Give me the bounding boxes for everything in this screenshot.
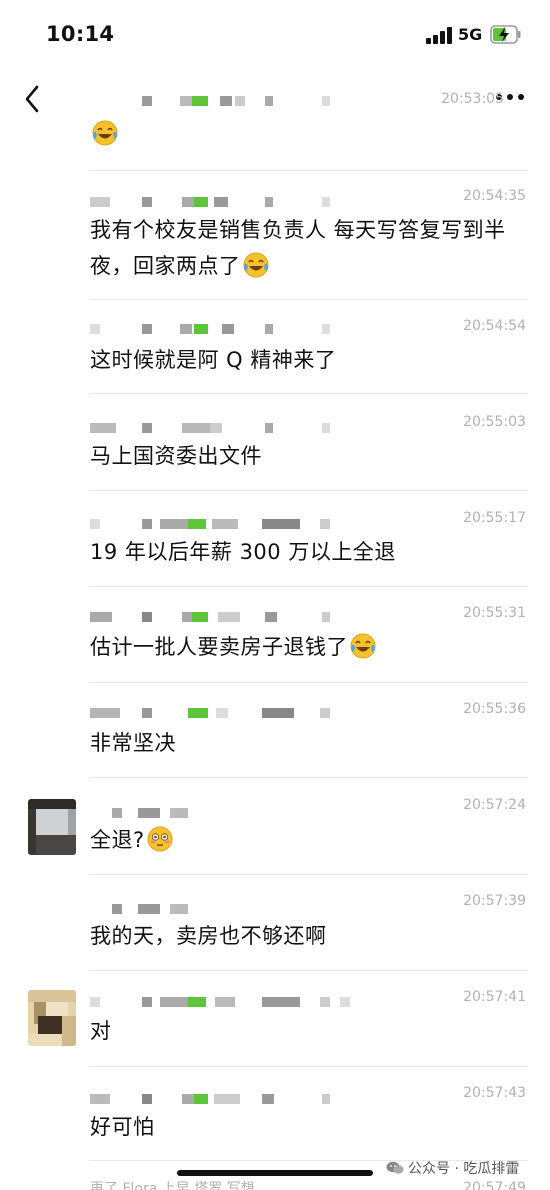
message-divider [90, 682, 528, 683]
message-timestamp: 20:57:49 [463, 1180, 526, 1190]
flushed-face-icon [147, 826, 173, 852]
face-with-tears-of-joy-icon [350, 633, 376, 659]
message-divider [90, 170, 528, 171]
message-timestamp: 20:55:03 [463, 414, 526, 430]
message-timestamp: 20:57:41 [463, 989, 526, 1005]
sender-name-blurred [90, 322, 360, 338]
message-timestamp: 20:57:43 [463, 1085, 526, 1101]
chevron-left-icon[interactable] [16, 78, 50, 120]
message-timestamp: 20:57:24 [463, 797, 526, 813]
message-text: 估计一批人要卖房子退钱了 [90, 629, 520, 665]
message-divider [90, 970, 528, 971]
message-timestamp: 20:54:54 [463, 318, 526, 334]
message-text: 全退? [90, 822, 520, 858]
message-divider [90, 393, 528, 394]
message-timestamp: 20:55:17 [463, 510, 526, 526]
sender-name-blurred [90, 995, 360, 1011]
message-timestamp: 20:54:35 [463, 188, 526, 204]
watermark-text: 公众号 · 吃瓜排雷 [408, 1161, 520, 1177]
sender-name-blurred [90, 1092, 360, 1108]
sender-name-blurred [90, 195, 360, 211]
sender-name-blurred [90, 706, 360, 722]
sender-name-blurred [90, 421, 360, 437]
avatar[interactable] [28, 799, 76, 855]
sender-name-partial: 再了 Flora 上早 塔罗 写想 [90, 1181, 255, 1190]
message-text: 马上国资委出文件 [90, 444, 262, 468]
home-indicator[interactable] [177, 1170, 373, 1176]
message-text: 这时候就是阿 Q 精神来了 [90, 348, 337, 372]
message-divider [90, 299, 528, 300]
message-timestamp: 20:55:36 [463, 701, 526, 717]
sender-name-blurred [90, 902, 360, 918]
message-text: 好可怕 [90, 1115, 155, 1139]
message-divider [90, 490, 528, 491]
message-text: 我有个校友是销售负责人 每天写答复写到半夜，回家两点了 [90, 218, 506, 278]
watermark: 公众号 · 吃瓜排雷 [386, 1158, 519, 1178]
message-text [90, 116, 520, 152]
message-timestamp: 20:53:05 [441, 91, 504, 107]
sender-name-blurred [90, 94, 360, 110]
face-with-tears-of-joy-icon [92, 120, 118, 146]
sender-name-blurred [90, 610, 360, 626]
message-divider [90, 1066, 528, 1067]
sender-name-blurred [90, 806, 360, 822]
message-timestamp: 20:55:31 [463, 605, 526, 621]
face-with-tears-of-joy-icon [243, 252, 268, 278]
message-text: 19 年以后年薪 300 万以上全退 [90, 540, 396, 564]
cellular-signal-icon [426, 27, 452, 44]
message-divider [90, 874, 528, 875]
sender-name-blurred [90, 517, 360, 533]
network-type: 5G [458, 25, 483, 44]
message-divider [90, 777, 528, 778]
avatar[interactable] [28, 990, 76, 1046]
wechat-official-account-icon [386, 1161, 404, 1174]
battery-charging-icon [490, 25, 521, 44]
message-text: 我的天，卖房也不够还啊 [90, 924, 327, 948]
message-text: 对 [90, 1019, 112, 1043]
message-divider [90, 586, 528, 587]
status-time: 10:14 [46, 22, 115, 46]
message-timestamp: 20:57:39 [463, 893, 526, 909]
status-bar: 10:14 5G [0, 0, 550, 70]
message-text: 非常坚决 [90, 731, 176, 755]
